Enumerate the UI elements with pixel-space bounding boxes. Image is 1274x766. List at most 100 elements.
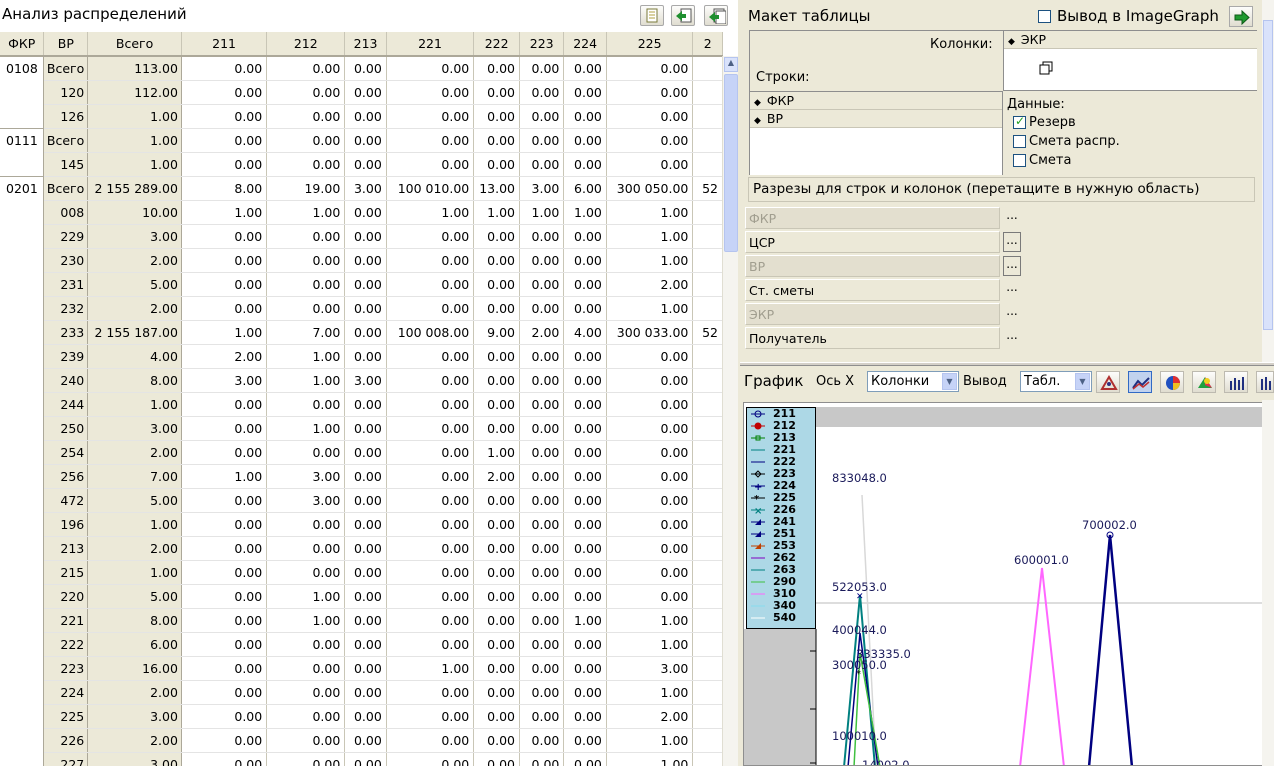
checkbox-icon[interactable]: [1013, 154, 1026, 167]
column-header[interactable]: ФКР: [0, 32, 45, 57]
slice-options-button[interactable]: ...: [1003, 304, 1021, 324]
table-row[interactable]: 224 2.00 0.00 0.00 0.00 0.00 0.00 0.00 0.00 1.00: [0, 680, 723, 705]
table-row[interactable]: 250 3.00 0.00 1.00 0.00 0.00 0.00 0.00 0.00 0.00: [0, 416, 723, 441]
slice-item[interactable]: ФКР: [745, 207, 1000, 229]
row-item[interactable]: ◆ ФКР: [750, 92, 1002, 110]
table-row[interactable]: 213 2.00 0.00 0.00 0.00 0.00 0.00 0.00 0.00 0.00: [0, 536, 723, 561]
table-row[interactable]: 226 2.00 0.00 0.00 0.00 0.00 0.00 0.00 0.00 1.00: [0, 728, 723, 753]
value-cell: 1.00: [606, 632, 694, 657]
column-header[interactable]: 223: [519, 32, 565, 57]
scroll-up-icon[interactable]: ▲: [724, 57, 738, 72]
table-row[interactable]: 145 1.00 0.00 0.00 0.00 0.00 0.00 0.00 0.00 0.00: [0, 152, 723, 177]
value-cell: 0.00: [606, 488, 694, 513]
table-row[interactable]: 120 112.00 0.00 0.00 0.00 0.00 0.00 0.00 0.00 0.0…: [0, 80, 723, 105]
scroll-thumb[interactable]: [1263, 20, 1273, 330]
checkbox-icon[interactable]: [1013, 135, 1026, 148]
plot-axis-band: [744, 629, 816, 765]
table-row[interactable]: 0201 Всего 2 155 289.00 8.00 19.00 3.00 100 01…: [0, 175, 723, 201]
table-row[interactable]: 008 10.00 1.00 1.00 0.00 1.00 1.00 1.00 1.00 1.00: [0, 200, 723, 225]
row-item[interactable]: ◆ ВР: [750, 110, 1002, 128]
copy-icon[interactable]: [1039, 61, 1053, 75]
export-all-button[interactable]: [704, 5, 728, 26]
value-cell: 0.00: [606, 416, 694, 441]
table-row[interactable]: 239 4.00 2.00 1.00 0.00 0.00 0.00 0.00 0.00 0.00: [0, 344, 723, 369]
table-row[interactable]: 222 6.00 0.00 0.00 0.00 0.00 0.00 0.00 0.00 1.00: [0, 632, 723, 657]
table-row[interactable]: 215 1.00 0.00 0.00 0.00 0.00 0.00 0.00 0.00 0.00: [0, 560, 723, 585]
slice-options-button[interactable]: ...: [1003, 256, 1021, 276]
output-select[interactable]: Табл. ▼: [1020, 371, 1092, 392]
column-header[interactable]: ВР: [43, 32, 89, 57]
line-chart-button[interactable]: [1128, 371, 1152, 393]
column-header[interactable]: 2: [692, 32, 723, 57]
3d-chart-button[interactable]: [1192, 371, 1216, 393]
page-button[interactable]: [640, 5, 664, 26]
export-left-button[interactable]: [671, 5, 695, 26]
data-option-estimate-distr[interactable]: Смета распр.: [1013, 134, 1120, 149]
pie-chart-button[interactable]: [1160, 371, 1184, 393]
table-row[interactable]: 196 1.00 0.00 0.00 0.00 0.00 0.00 0.00 0.00 0.00: [0, 512, 723, 537]
value-cell: 0.00: [344, 104, 387, 129]
table-row[interactable]: 254 2.00 0.00 0.00 0.00 0.00 1.00 0.00 0.00 0.00: [0, 440, 723, 465]
slice-item[interactable]: ЦСР: [745, 231, 1000, 253]
column-header[interactable]: 221: [386, 32, 475, 57]
table-row[interactable]: 256 7.00 1.00 3.00 0.00 0.00 2.00 0.00 0.00 0.00: [0, 464, 723, 489]
checkbox-icon[interactable]: [1013, 114, 1026, 129]
value-cell: 0.00: [344, 608, 387, 633]
column-header[interactable]: 212: [266, 32, 346, 57]
data-option-estimate[interactable]: Смета: [1013, 153, 1071, 168]
chevron-down-icon[interactable]: ▼: [942, 373, 957, 390]
imagegraph-check-icon[interactable]: [1038, 9, 1051, 23]
table-scrollbar[interactable]: ▲: [722, 56, 738, 766]
column-header[interactable]: 222: [473, 32, 520, 57]
run-button[interactable]: [1229, 6, 1253, 27]
table-row[interactable]: 244 1.00 0.00 0.00 0.00 0.00 0.00 0.00 0.00 0.00: [0, 392, 723, 417]
slice-item[interactable]: Ст. сметы: [745, 279, 1000, 301]
table-row[interactable]: 223 16.00 0.00 0.00 0.00 1.00 0.00 0.00 0.00 3.00: [0, 656, 723, 681]
line-chart-icon: [1132, 377, 1150, 390]
graph-scrollbar[interactable]: [1262, 400, 1274, 766]
column-header[interactable]: 211: [181, 32, 268, 57]
slice-options-button[interactable]: ...: [1003, 232, 1021, 252]
table-row[interactable]: 240 8.00 3.00 1.00 3.00 0.00 0.00 0.00 0.00 0.00: [0, 368, 723, 393]
bar-chart-button[interactable]: [1224, 371, 1248, 393]
chevron-down-icon[interactable]: ▼: [1075, 373, 1090, 390]
slice-options-button[interactable]: ...: [1003, 328, 1021, 348]
value-cell: 0.00: [344, 680, 387, 705]
graph-canvas[interactable]: ✕ * 833048.0 700002.0 600001.0 522053.0 400044…: [743, 402, 1263, 766]
table-row[interactable]: 472 5.00 0.00 3.00 0.00 0.00 0.00 0.00 0.00 0.00: [0, 488, 723, 513]
column-header[interactable]: Всего: [87, 32, 182, 57]
scroll-thumb[interactable]: [724, 74, 738, 252]
table-row[interactable]: 227 3.00 0.00 0.00 0.00 0.00 0.00 0.00 0.00 1.00: [0, 752, 723, 766]
column-item[interactable]: ◆ ЭКР: [1004, 31, 1257, 49]
table-row[interactable]: 0111 Всего 1.00 0.00 0.00 0.00 0.00 0.00 0.00 0.0…: [0, 127, 723, 153]
column-header[interactable]: 213: [344, 32, 387, 57]
table-row[interactable]: 230 2.00 0.00 0.00 0.00 0.00 0.00 0.00 0.00 1.00: [0, 248, 723, 273]
table-row[interactable]: 229 3.00 0.00 0.00 0.00 0.00 0.00 0.00 0.00 1.00: [0, 224, 723, 249]
imagegraph-checkbox[interactable]: Вывод в ImageGraph: [1038, 7, 1219, 25]
table-row[interactable]: 231 5.00 0.00 0.00 0.00 0.00 0.00 0.00 0.00 2.00: [0, 272, 723, 297]
scatter-chart-button[interactable]: [1096, 371, 1120, 393]
column-header[interactable]: 225: [606, 32, 694, 57]
value-cell: 0.00: [344, 440, 387, 465]
table-row[interactable]: 0108 Всего 113.00 0.00 0.00 0.00 0.00 0.00 0.00 0…: [0, 55, 723, 81]
table-row[interactable]: 225 3.00 0.00 0.00 0.00 0.00 0.00 0.00 0.00 2.00: [0, 704, 723, 729]
axis-x-select[interactable]: Колонки ▼: [867, 371, 959, 392]
layout-scrollbar[interactable]: [1262, 0, 1274, 364]
column-header[interactable]: 224: [563, 32, 607, 57]
value-cell: [692, 296, 723, 321]
table-row[interactable]: 233 2 155 187.00 1.00 7.00 0.00 100 008.00 9.0…: [0, 320, 723, 345]
table-row[interactable]: 221 8.00 0.00 1.00 0.00 0.00 0.00 0.00 1.00 1.00: [0, 608, 723, 633]
value-cell: 0.00: [181, 560, 268, 585]
slice-options-button[interactable]: ...: [1003, 208, 1021, 228]
slice-item[interactable]: ВР: [745, 255, 1000, 277]
slice-item[interactable]: ЭКР: [745, 303, 1000, 325]
rows-drop-area[interactable]: ◆ ФКР ◆ ВР: [750, 91, 1003, 175]
slice-item[interactable]: Получатель: [745, 327, 1000, 349]
columns-drop-area[interactable]: ◆ ЭКР: [1003, 31, 1257, 91]
slice-options-button[interactable]: ...: [1003, 280, 1021, 300]
data-option-reserve[interactable]: Резерв: [1013, 114, 1076, 130]
table-row[interactable]: 126 1.00 0.00 0.00 0.00 0.00 0.00 0.00 0.00 0.00: [0, 104, 723, 129]
table-row[interactable]: 232 2.00 0.00 0.00 0.00 0.00 0.00 0.00 0.00 1.00: [0, 296, 723, 321]
stacked-bar-button[interactable]: [1256, 371, 1274, 393]
table-row[interactable]: 220 5.00 0.00 1.00 0.00 0.00 0.00 0.00 0.00 0.00: [0, 584, 723, 609]
